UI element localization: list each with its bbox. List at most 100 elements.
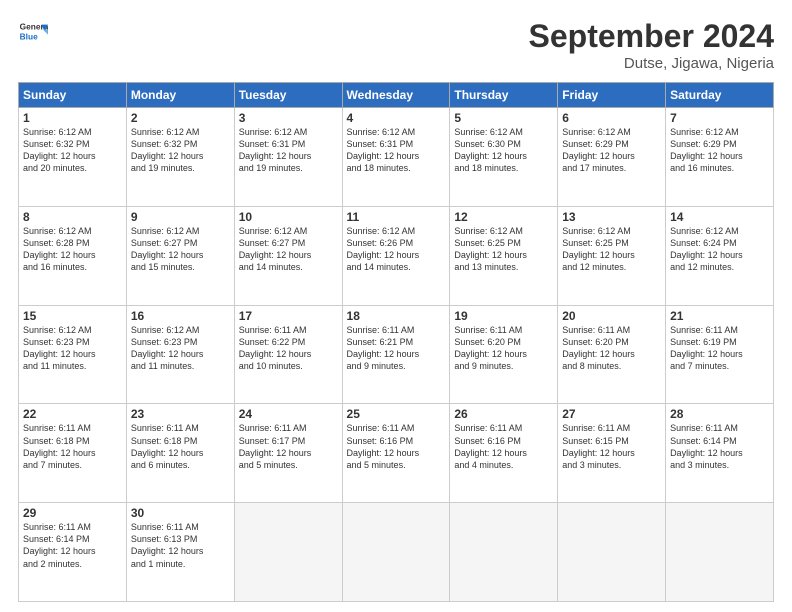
calendar-cell: 23Sunrise: 6:11 AM Sunset: 6:18 PM Dayli… [126, 404, 234, 503]
calendar-cell: 17Sunrise: 6:11 AM Sunset: 6:22 PM Dayli… [234, 305, 342, 404]
col-header-wednesday: Wednesday [342, 83, 450, 108]
day-number: 4 [347, 111, 446, 125]
day-number: 30 [131, 506, 230, 520]
title-area: September 2024 Dutse, Jigawa, Nigeria [529, 18, 774, 72]
month-title: September 2024 [529, 18, 774, 55]
day-number: 22 [23, 407, 122, 421]
header: General Blue September 2024 Dutse, Jigaw… [18, 18, 774, 72]
day-info: Sunrise: 6:12 AM Sunset: 6:23 PM Dayligh… [23, 324, 122, 373]
day-number: 1 [23, 111, 122, 125]
calendar-cell: 5Sunrise: 6:12 AM Sunset: 6:30 PM Daylig… [450, 108, 558, 207]
calendar-cell: 30Sunrise: 6:11 AM Sunset: 6:13 PM Dayli… [126, 503, 234, 602]
day-info: Sunrise: 6:11 AM Sunset: 6:14 PM Dayligh… [23, 521, 122, 570]
calendar-cell [234, 503, 342, 602]
calendar-cell [450, 503, 558, 602]
day-number: 13 [562, 210, 661, 224]
day-number: 20 [562, 309, 661, 323]
col-header-thursday: Thursday [450, 83, 558, 108]
day-number: 12 [454, 210, 553, 224]
calendar-cell: 19Sunrise: 6:11 AM Sunset: 6:20 PM Dayli… [450, 305, 558, 404]
day-info: Sunrise: 6:12 AM Sunset: 6:31 PM Dayligh… [347, 126, 446, 175]
day-info: Sunrise: 6:12 AM Sunset: 6:29 PM Dayligh… [562, 126, 661, 175]
calendar-cell: 16Sunrise: 6:12 AM Sunset: 6:23 PM Dayli… [126, 305, 234, 404]
day-info: Sunrise: 6:11 AM Sunset: 6:16 PM Dayligh… [454, 422, 553, 471]
col-header-monday: Monday [126, 83, 234, 108]
day-info: Sunrise: 6:11 AM Sunset: 6:17 PM Dayligh… [239, 422, 338, 471]
day-number: 18 [347, 309, 446, 323]
calendar-cell: 28Sunrise: 6:11 AM Sunset: 6:14 PM Dayli… [666, 404, 774, 503]
day-number: 7 [670, 111, 769, 125]
day-info: Sunrise: 6:11 AM Sunset: 6:20 PM Dayligh… [562, 324, 661, 373]
calendar-cell: 1Sunrise: 6:12 AM Sunset: 6:32 PM Daylig… [19, 108, 127, 207]
calendar-cell: 9Sunrise: 6:12 AM Sunset: 6:27 PM Daylig… [126, 206, 234, 305]
day-number: 23 [131, 407, 230, 421]
col-header-sunday: Sunday [19, 83, 127, 108]
calendar-cell: 29Sunrise: 6:11 AM Sunset: 6:14 PM Dayli… [19, 503, 127, 602]
calendar-cell: 4Sunrise: 6:12 AM Sunset: 6:31 PM Daylig… [342, 108, 450, 207]
day-info: Sunrise: 6:12 AM Sunset: 6:23 PM Dayligh… [131, 324, 230, 373]
day-number: 3 [239, 111, 338, 125]
day-info: Sunrise: 6:12 AM Sunset: 6:29 PM Dayligh… [670, 126, 769, 175]
day-info: Sunrise: 6:12 AM Sunset: 6:25 PM Dayligh… [454, 225, 553, 274]
day-info: Sunrise: 6:11 AM Sunset: 6:16 PM Dayligh… [347, 422, 446, 471]
day-number: 5 [454, 111, 553, 125]
calendar-cell: 26Sunrise: 6:11 AM Sunset: 6:16 PM Dayli… [450, 404, 558, 503]
day-number: 28 [670, 407, 769, 421]
calendar-cell: 18Sunrise: 6:11 AM Sunset: 6:21 PM Dayli… [342, 305, 450, 404]
location-title: Dutse, Jigawa, Nigeria [529, 55, 774, 72]
day-number: 10 [239, 210, 338, 224]
svg-text:Blue: Blue [20, 32, 38, 42]
calendar-cell: 12Sunrise: 6:12 AM Sunset: 6:25 PM Dayli… [450, 206, 558, 305]
calendar-cell: 3Sunrise: 6:12 AM Sunset: 6:31 PM Daylig… [234, 108, 342, 207]
day-info: Sunrise: 6:12 AM Sunset: 6:26 PM Dayligh… [347, 225, 446, 274]
day-number: 24 [239, 407, 338, 421]
day-number: 26 [454, 407, 553, 421]
day-info: Sunrise: 6:12 AM Sunset: 6:25 PM Dayligh… [562, 225, 661, 274]
day-info: Sunrise: 6:11 AM Sunset: 6:19 PM Dayligh… [670, 324, 769, 373]
day-number: 19 [454, 309, 553, 323]
calendar-cell: 27Sunrise: 6:11 AM Sunset: 6:15 PM Dayli… [558, 404, 666, 503]
calendar-cell: 6Sunrise: 6:12 AM Sunset: 6:29 PM Daylig… [558, 108, 666, 207]
day-info: Sunrise: 6:11 AM Sunset: 6:15 PM Dayligh… [562, 422, 661, 471]
col-header-saturday: Saturday [666, 83, 774, 108]
calendar-cell: 15Sunrise: 6:12 AM Sunset: 6:23 PM Dayli… [19, 305, 127, 404]
calendar-cell [558, 503, 666, 602]
day-info: Sunrise: 6:11 AM Sunset: 6:22 PM Dayligh… [239, 324, 338, 373]
calendar-cell: 21Sunrise: 6:11 AM Sunset: 6:19 PM Dayli… [666, 305, 774, 404]
day-info: Sunrise: 6:11 AM Sunset: 6:21 PM Dayligh… [347, 324, 446, 373]
day-number: 21 [670, 309, 769, 323]
col-header-friday: Friday [558, 83, 666, 108]
calendar-cell: 24Sunrise: 6:11 AM Sunset: 6:17 PM Dayli… [234, 404, 342, 503]
day-info: Sunrise: 6:12 AM Sunset: 6:31 PM Dayligh… [239, 126, 338, 175]
calendar-cell: 11Sunrise: 6:12 AM Sunset: 6:26 PM Dayli… [342, 206, 450, 305]
calendar-cell [342, 503, 450, 602]
day-info: Sunrise: 6:12 AM Sunset: 6:27 PM Dayligh… [131, 225, 230, 274]
day-info: Sunrise: 6:11 AM Sunset: 6:20 PM Dayligh… [454, 324, 553, 373]
day-info: Sunrise: 6:11 AM Sunset: 6:13 PM Dayligh… [131, 521, 230, 570]
day-number: 8 [23, 210, 122, 224]
day-number: 27 [562, 407, 661, 421]
logo-icon: General Blue [18, 18, 48, 48]
calendar-row-3: 22Sunrise: 6:11 AM Sunset: 6:18 PM Dayli… [19, 404, 774, 503]
calendar-cell: 14Sunrise: 6:12 AM Sunset: 6:24 PM Dayli… [666, 206, 774, 305]
calendar-cell [666, 503, 774, 602]
day-number: 11 [347, 210, 446, 224]
day-number: 2 [131, 111, 230, 125]
day-number: 9 [131, 210, 230, 224]
day-info: Sunrise: 6:12 AM Sunset: 6:24 PM Dayligh… [670, 225, 769, 274]
day-info: Sunrise: 6:12 AM Sunset: 6:32 PM Dayligh… [23, 126, 122, 175]
day-number: 15 [23, 309, 122, 323]
calendar-cell: 10Sunrise: 6:12 AM Sunset: 6:27 PM Dayli… [234, 206, 342, 305]
day-info: Sunrise: 6:11 AM Sunset: 6:18 PM Dayligh… [23, 422, 122, 471]
calendar-row-4: 29Sunrise: 6:11 AM Sunset: 6:14 PM Dayli… [19, 503, 774, 602]
day-number: 14 [670, 210, 769, 224]
page: General Blue September 2024 Dutse, Jigaw… [0, 0, 792, 612]
calendar-table: SundayMondayTuesdayWednesdayThursdayFrid… [18, 82, 774, 602]
calendar-cell: 13Sunrise: 6:12 AM Sunset: 6:25 PM Dayli… [558, 206, 666, 305]
calendar-cell: 2Sunrise: 6:12 AM Sunset: 6:32 PM Daylig… [126, 108, 234, 207]
logo: General Blue [18, 18, 48, 48]
day-info: Sunrise: 6:11 AM Sunset: 6:18 PM Dayligh… [131, 422, 230, 471]
calendar-cell: 20Sunrise: 6:11 AM Sunset: 6:20 PM Dayli… [558, 305, 666, 404]
calendar-row-2: 15Sunrise: 6:12 AM Sunset: 6:23 PM Dayli… [19, 305, 774, 404]
calendar-cell: 8Sunrise: 6:12 AM Sunset: 6:28 PM Daylig… [19, 206, 127, 305]
